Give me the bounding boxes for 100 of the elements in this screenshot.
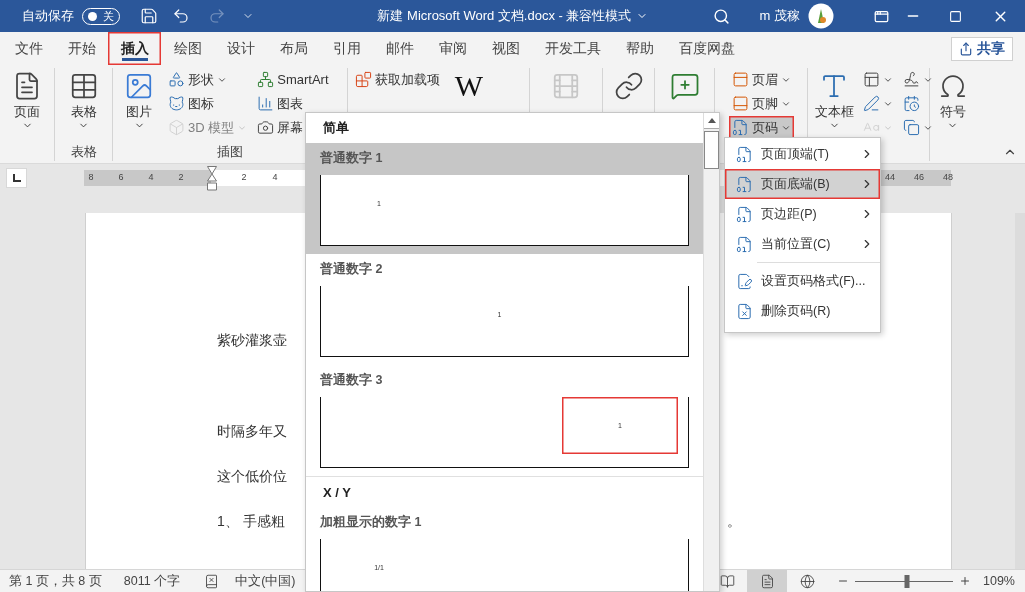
search-icon[interactable] bbox=[712, 7, 730, 25]
page-count: 第 1 页，共 8 页 bbox=[9, 572, 102, 590]
footer-icon bbox=[731, 95, 749, 112]
menu-item[interactable]: 删除页码(R) bbox=[725, 296, 880, 326]
ruler-number: 2 bbox=[178, 171, 184, 182]
pen-icon bbox=[863, 95, 880, 112]
menu-item[interactable]: 页面顶端(T) bbox=[725, 139, 880, 169]
section-heading: X / Y bbox=[322, 483, 352, 502]
scroll-up-button[interactable] bbox=[704, 113, 719, 129]
ribbon-button[interactable]: 文本框 bbox=[812, 68, 856, 131]
ruler-number: 44 bbox=[885, 171, 895, 182]
avatar-icon[interactable] bbox=[808, 3, 834, 29]
globe-icon bbox=[799, 573, 815, 589]
object-icon bbox=[903, 119, 920, 136]
ribbon-display-icon[interactable] bbox=[874, 8, 889, 24]
ribbon-tab[interactable]: 开发工具 bbox=[532, 32, 613, 65]
image-icon bbox=[124, 71, 154, 101]
ribbon-tab[interactable]: 百度网盘 bbox=[666, 32, 747, 65]
undo-icon[interactable] bbox=[172, 7, 190, 25]
page-number-icon bbox=[736, 205, 753, 223]
link-icon bbox=[613, 71, 644, 101]
ribbon-button[interactable]: 页眉 bbox=[728, 68, 794, 91]
menu-item[interactable]: 当前位置(C) bbox=[725, 229, 880, 259]
up-arrow-icon bbox=[707, 118, 716, 123]
cat-icon bbox=[168, 95, 185, 112]
ruler-number: 4 bbox=[272, 171, 278, 182]
section-heading: 简单 bbox=[322, 119, 350, 137]
ribbon-button[interactable]: 获取加载项 bbox=[352, 68, 443, 91]
menu-item[interactable]: 设置页码格式(F)... bbox=[725, 266, 880, 296]
user-name: m 茂稼 bbox=[759, 7, 800, 25]
tab-stop-icon bbox=[12, 173, 21, 182]
page-number-icon bbox=[736, 235, 753, 253]
zoom-in-icon[interactable] bbox=[959, 575, 971, 587]
group-label: 插图 bbox=[217, 144, 243, 161]
ruler-number: 2 bbox=[241, 171, 247, 182]
film-icon bbox=[551, 71, 581, 101]
language: 中文(中国) bbox=[235, 572, 296, 590]
ribbon-tab[interactable]: 帮助 bbox=[613, 32, 666, 65]
ribbon-tab[interactable]: 设计 bbox=[214, 32, 267, 65]
ribbon-tab[interactable]: 绘图 bbox=[161, 32, 214, 65]
ribbon-button[interactable]: 表格 bbox=[61, 68, 106, 131]
calendar-icon bbox=[903, 95, 920, 112]
group-label: 表格 bbox=[70, 144, 97, 161]
maximize-icon[interactable] bbox=[949, 9, 962, 23]
scroll-thumb[interactable] bbox=[704, 131, 719, 169]
indent-marker[interactable] bbox=[207, 165, 217, 192]
ribbon-tab[interactable]: 插入 bbox=[108, 32, 161, 65]
paragraph: 1、 手感粗 bbox=[217, 512, 285, 531]
parts-icon bbox=[863, 71, 880, 88]
paragraph: 紫砂灌浆壶 bbox=[217, 331, 287, 350]
share-button[interactable]: 共享 bbox=[951, 36, 1013, 61]
bar-chart-icon bbox=[257, 95, 275, 112]
comment-plus-icon bbox=[669, 71, 700, 101]
page-x-icon bbox=[736, 302, 753, 320]
cube-icon bbox=[168, 119, 185, 136]
ribbon-tab[interactable]: 文件 bbox=[2, 32, 55, 65]
scrollbar[interactable] bbox=[703, 113, 719, 591]
proofing-icon[interactable] bbox=[204, 573, 220, 589]
ribbon-button[interactable]: 图片 bbox=[117, 68, 161, 131]
pen-page-icon bbox=[736, 272, 753, 290]
ribbon-button[interactable]: 页面 bbox=[5, 68, 49, 131]
ribbon-button[interactable]: 页码 bbox=[728, 116, 794, 139]
page-number-icon bbox=[736, 175, 753, 193]
scrollbar[interactable] bbox=[1015, 213, 1025, 569]
paragraph: 。 bbox=[727, 512, 741, 531]
header-icon bbox=[731, 71, 749, 88]
ribbon-tab[interactable]: 布局 bbox=[267, 32, 320, 65]
ribbon-tab[interactable]: 邮件 bbox=[373, 32, 426, 65]
page-number-icon bbox=[731, 119, 749, 136]
menu-item[interactable]: 页面底端(B) bbox=[725, 169, 880, 199]
diagram-icon bbox=[257, 71, 275, 88]
slider-thumb[interactable] bbox=[904, 574, 910, 588]
zoom-level: 109% bbox=[983, 574, 1015, 588]
window-title: 新建 Microsoft Word 文档.docx - 兼容性模式 bbox=[377, 7, 632, 25]
ruler-number: 4 bbox=[148, 171, 154, 182]
blocks-icon bbox=[355, 71, 372, 88]
ribbon-button[interactable]: 图表 bbox=[254, 92, 332, 115]
view-button[interactable] bbox=[747, 570, 787, 592]
autosave-label: 自动保存 bbox=[22, 7, 74, 25]
ruler-number: 6 bbox=[118, 171, 124, 182]
ribbon-button[interactable]: W bbox=[447, 68, 491, 104]
page-number-icon bbox=[736, 145, 753, 163]
ribbon-tab[interactable]: 审阅 bbox=[426, 32, 479, 65]
save-icon[interactable] bbox=[140, 7, 158, 25]
ribbon-button[interactable]: 形状 bbox=[165, 68, 251, 91]
signature-icon bbox=[903, 71, 920, 88]
ribbon-tab[interactable]: 引用 bbox=[320, 32, 373, 65]
ribbon-tab[interactable]: 开始 bbox=[55, 32, 108, 65]
menu-item[interactable]: 页边距(P) bbox=[725, 199, 880, 229]
ribbon-button[interactable]: 图标 bbox=[165, 92, 251, 115]
paragraph: 这个低价位 bbox=[217, 467, 287, 486]
tab-selector[interactable] bbox=[6, 167, 27, 188]
ruler-number: 46 bbox=[914, 171, 924, 182]
ribbon-button[interactable]: 符号 bbox=[930, 68, 975, 131]
ribbon-tab[interactable]: 视图 bbox=[479, 32, 532, 65]
book-icon bbox=[719, 573, 735, 589]
camera-icon bbox=[257, 119, 275, 136]
ribbon-button[interactable]: 页脚 bbox=[728, 92, 794, 115]
ribbon-button[interactable]: SmartArt bbox=[254, 68, 332, 91]
ruler-number: 48 bbox=[943, 171, 953, 182]
